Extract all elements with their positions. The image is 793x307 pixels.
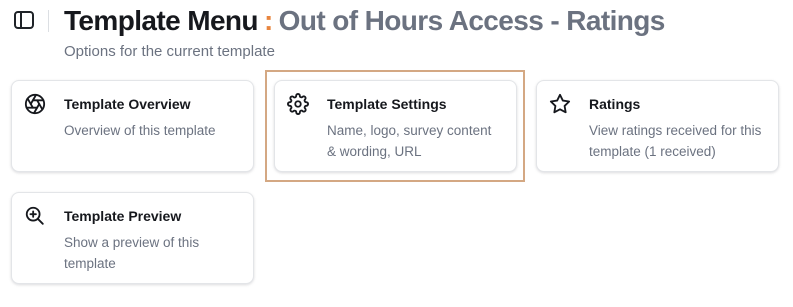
template-preview-description: Show a preview of this template [64, 235, 200, 271]
template-preview-card[interactable]: Template Preview Show a preview of this … [11, 192, 254, 284]
gear-icon [287, 93, 309, 115]
header-divider [48, 10, 49, 32]
template-preview-title: Template Preview [64, 208, 182, 224]
zoom-in-icon [24, 205, 46, 227]
ratings-description: View ratings received for this template … [589, 123, 762, 159]
template-overview-title: Template Overview [64, 96, 191, 112]
page-title-separator: : [263, 5, 273, 36]
template-settings-card[interactable]: Template Settings Name, logo, survey con… [274, 80, 517, 172]
template-settings-title: Template Settings [327, 96, 447, 112]
sidebar-panel-icon [14, 11, 34, 29]
ratings-card[interactable]: Ratings View ratings received for this t… [536, 80, 779, 172]
ratings-title: Ratings [589, 96, 641, 112]
sidebar-toggle-button[interactable] [13, 10, 35, 30]
page-title: Template Menu: Out of Hours Access - Rati… [64, 2, 665, 40]
star-icon [549, 93, 571, 115]
page-title-template-name: Out of Hours Access - Ratings [278, 5, 666, 36]
page-title-main: Template Menu [64, 5, 259, 36]
template-menu-page: Template Menu: Out of Hours Access - Rati… [0, 0, 793, 307]
template-settings-description: Name, logo, survey content & wording, UR… [327, 123, 492, 159]
template-overview-description: Overview of this template [64, 123, 216, 138]
page-subtitle: Options for the current template [64, 43, 275, 60]
aperture-icon [24, 93, 46, 115]
template-overview-card[interactable]: Template Overview Overview of this templ… [11, 80, 254, 172]
